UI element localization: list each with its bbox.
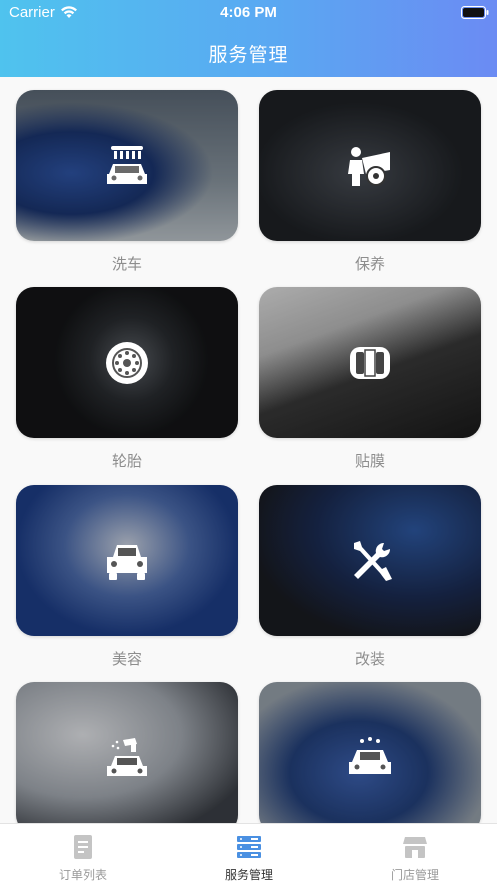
tab-order-list[interactable]: 订单列表 [0, 824, 166, 883]
service-label: 洗车 [111, 255, 142, 273]
tab-bar: 订单列表 服务管理 门店管理 [0, 823, 497, 883]
service-card-tire[interactable]: 轮胎 [16, 287, 238, 471]
spray-paint-icon [107, 737, 147, 776]
tab-label: 服务管理 [224, 868, 273, 882]
service-label: 改装 [354, 650, 385, 668]
service-label: 保养 [354, 255, 385, 273]
car-beauty-icon [107, 544, 147, 580]
header: Carrier 4:06 PM 服务管理 [0, 0, 497, 77]
page-title: 服务管理 [208, 44, 289, 66]
film-icon [350, 346, 390, 379]
service-image[interactable] [259, 485, 481, 636]
service-card-clean[interactable] [259, 682, 481, 823]
tab-store-management[interactable]: 门店管理 [332, 824, 497, 883]
tab-service-management[interactable]: 服务管理 [166, 824, 332, 883]
service-card-paint[interactable] [16, 682, 238, 823]
tire-icon [106, 341, 148, 384]
service-card-beauty[interactable]: 美容 [16, 485, 238, 669]
tab-label: 门店管理 [390, 868, 439, 882]
service-grid-scroll[interactable]: 洗车 保养 轮胎 贴膜 美容 改装 [0, 77, 497, 823]
service-label: 美容 [111, 650, 142, 668]
status-time: 4:06 PM [220, 4, 277, 21]
service-card-maintenance[interactable]: 保养 [259, 90, 481, 274]
service-image[interactable] [16, 287, 238, 438]
service-image[interactable] [16, 90, 238, 241]
car-wash-icon [107, 145, 147, 184]
service-image[interactable] [259, 287, 481, 438]
battery-icon [461, 6, 489, 19]
service-card-film[interactable]: 贴膜 [259, 287, 481, 471]
maintenance-icon [348, 146, 390, 186]
service-image[interactable] [16, 485, 238, 636]
service-card-wash[interactable]: 洗车 [16, 90, 238, 274]
status-bar: Carrier 4:06 PM [0, 0, 497, 26]
tab-label: 订单列表 [58, 868, 107, 882]
service-label: 贴膜 [354, 452, 385, 470]
service-image[interactable] [16, 682, 238, 823]
service-card-modification[interactable]: 改装 [259, 485, 481, 669]
service-image[interactable] [259, 682, 481, 823]
store-icon [403, 837, 427, 858]
car-clean-icon [349, 736, 391, 774]
server-list-icon [237, 836, 261, 858]
service-image[interactable] [259, 90, 481, 241]
document-icon [74, 835, 92, 859]
tools-icon [354, 540, 392, 581]
service-label: 轮胎 [111, 452, 142, 470]
